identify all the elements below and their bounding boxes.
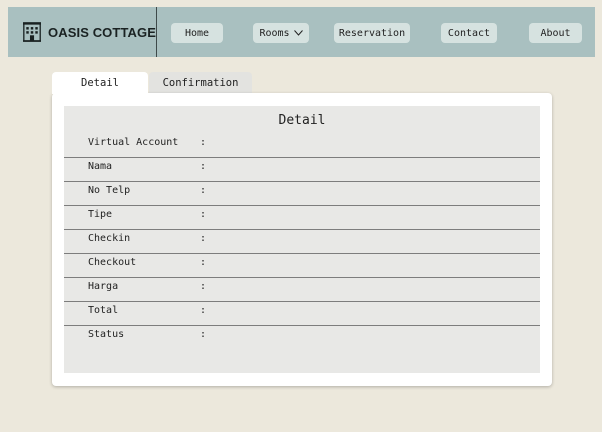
tab-detail-label: Detail	[81, 77, 119, 89]
field-colon: :	[200, 161, 207, 172]
brand-name: OASIS COTTAGE	[48, 24, 156, 40]
detail-row-tipe: Tipe :	[64, 206, 540, 230]
field-label: Virtual Account	[88, 137, 179, 148]
nav-contact-button[interactable]: Contact	[441, 23, 497, 43]
field-colon: :	[200, 233, 207, 244]
detail-row-virtual-account: Virtual Account :	[64, 134, 540, 158]
field-label: Nama	[88, 161, 113, 172]
nav-contact-label: Contact	[447, 27, 491, 39]
field-colon: :	[200, 185, 207, 196]
field-label: Total	[88, 305, 119, 316]
brand[interactable]: OASIS COTTAGE	[8, 7, 156, 57]
nav-home-label: Home	[184, 27, 210, 39]
detail-row-total: Total :	[64, 302, 540, 326]
nav-home-button[interactable]: Home	[171, 23, 223, 43]
detail-row-nama: Nama :	[64, 158, 540, 182]
field-colon: :	[200, 329, 207, 340]
field-colon: :	[200, 137, 207, 148]
detail-row-checkin: Checkin :	[64, 230, 540, 254]
field-colon: :	[200, 305, 207, 316]
tab-detail[interactable]: Detail	[52, 72, 148, 94]
field-label: Checkin	[88, 233, 131, 244]
field-colon: :	[200, 281, 207, 292]
detail-row-no-telp: No Telp :	[64, 182, 540, 206]
field-colon: :	[200, 257, 207, 268]
nav-rooms-label: Rooms	[259, 27, 290, 39]
field-label: Status	[88, 329, 125, 340]
field-label: Checkout	[88, 257, 137, 268]
brand-divider	[156, 7, 157, 57]
detail-row-checkout: Checkout :	[64, 254, 540, 278]
tab-confirmation[interactable]: Confirmation	[149, 72, 252, 94]
detail-panel: Detail Virtual Account : Nama : No Telp …	[64, 106, 540, 373]
top-navbar: OASIS COTTAGE Home Rooms Reservation Con…	[8, 7, 595, 57]
chevron-down-icon	[293, 30, 303, 36]
nav-about-label: About	[540, 27, 571, 39]
detail-card: Detail Virtual Account : Nama : No Telp …	[52, 93, 552, 386]
panel-title: Detail	[278, 113, 326, 128]
nav-reservation-label: Reservation	[338, 27, 406, 39]
detail-row-status: Status :	[64, 326, 540, 350]
nav-rooms-button[interactable]: Rooms	[253, 23, 309, 43]
field-label: Harga	[88, 281, 119, 292]
field-label: Tipe	[88, 209, 113, 220]
nav-about-button[interactable]: About	[529, 23, 582, 43]
nav-reservation-button[interactable]: Reservation	[334, 23, 410, 43]
field-label: No Telp	[88, 185, 131, 196]
field-colon: :	[200, 209, 207, 220]
detail-row-harga: Harga :	[64, 278, 540, 302]
tab-confirmation-label: Confirmation	[162, 77, 239, 89]
hotel-building-icon	[23, 22, 42, 42]
